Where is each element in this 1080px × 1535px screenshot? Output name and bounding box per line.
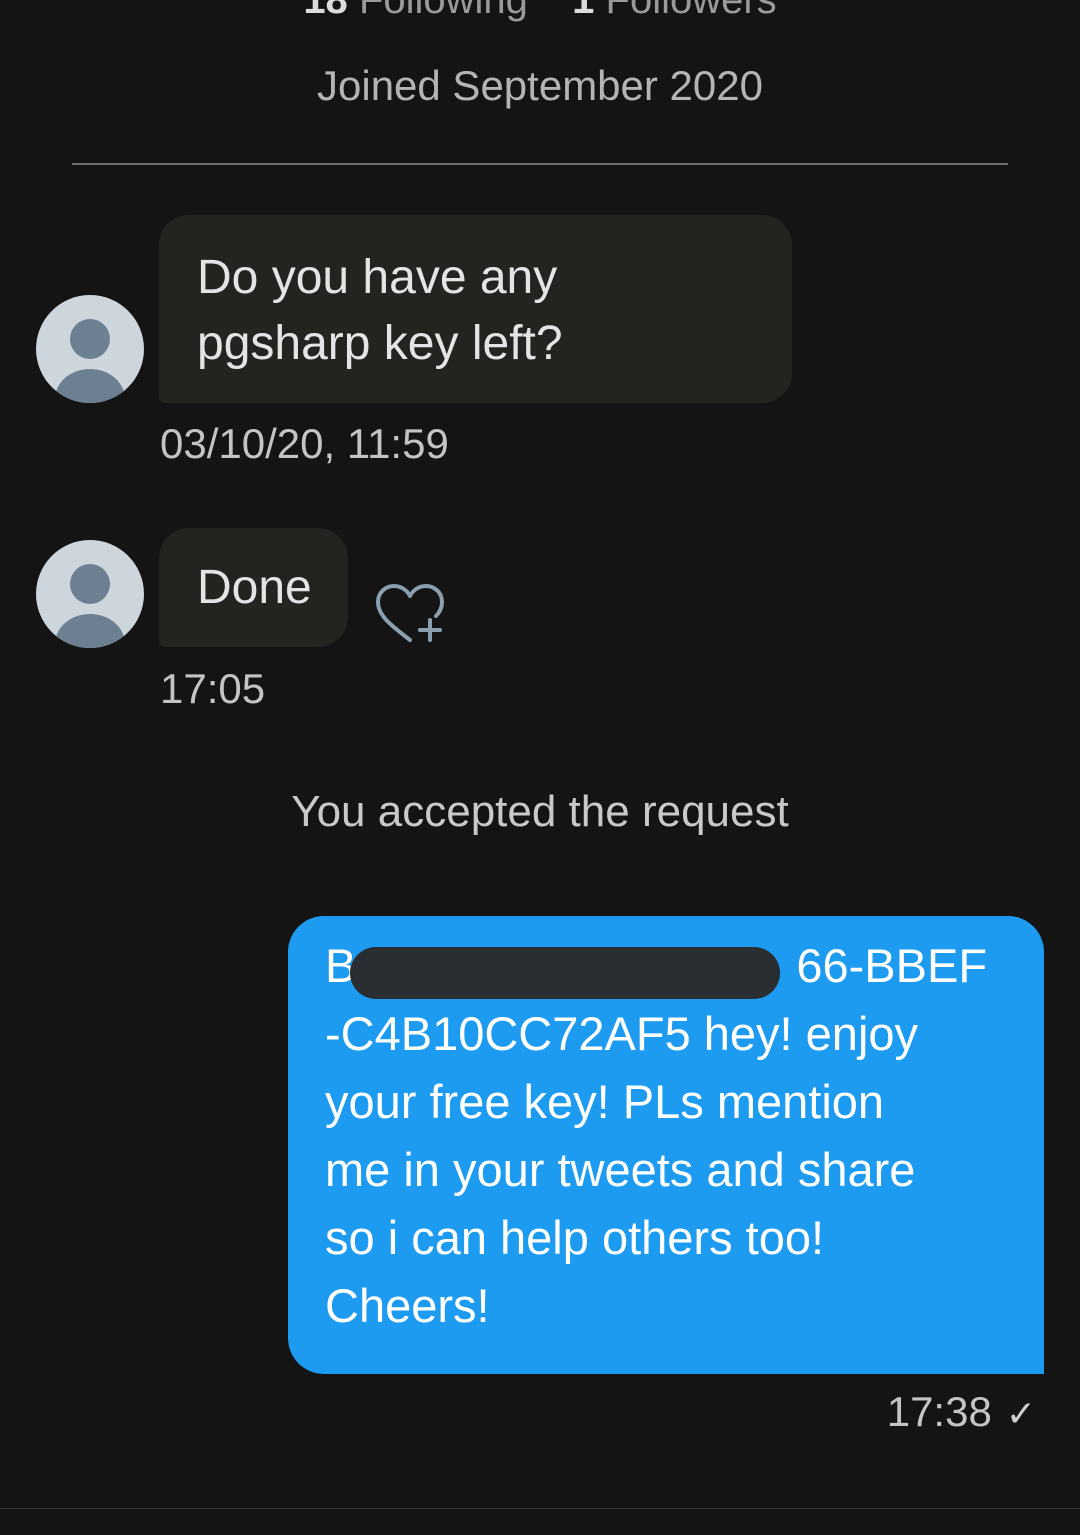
message-timestamp: 17:38	[886, 1388, 992, 1435]
message-bubble-incoming[interactable]: Done	[159, 528, 348, 647]
message-bubble-incoming[interactable]: Do you have any pgsharp key left?	[159, 215, 792, 403]
message-timestamp: 17:05	[160, 665, 266, 712]
message-text-line: me in your tweets and share	[325, 1143, 916, 1196]
message-text-line: so i can help others too!	[325, 1211, 825, 1264]
divider	[72, 163, 1008, 165]
message-text: Done	[197, 561, 312, 614]
sent-check-icon: ✓	[1005, 1393, 1036, 1434]
message-text-line: pgsharp key left?	[197, 317, 563, 370]
following-label[interactable]: Following	[359, 0, 528, 22]
following-count[interactable]: 18	[303, 0, 348, 22]
message-text-fragment: 66-BBEF	[796, 939, 988, 992]
followers-count[interactable]: 1	[572, 0, 594, 22]
message-status: 17:38 ✓	[887, 1388, 1036, 1436]
avatar[interactable]	[36, 540, 144, 648]
composer-divider	[0, 1508, 1080, 1509]
joined-date: Joined September 2020	[317, 62, 763, 109]
heart-plus-icon[interactable]	[370, 578, 450, 650]
followers-label[interactable]: Followers	[606, 0, 777, 22]
profile-stats: 18 Following 1 Followers	[0, 0, 1080, 23]
message-text-line: Cheers!	[325, 1279, 490, 1332]
system-message: You accepted the request	[291, 787, 789, 836]
message-text-line: your free key! PLs mention	[325, 1075, 885, 1128]
message-text-line: Do you have any	[197, 251, 558, 304]
message-timestamp: 03/10/20, 11:59	[160, 420, 449, 467]
redaction-mark	[350, 947, 780, 999]
message-text-line: -C4B10CC72AF5 hey! enjoy	[325, 1007, 919, 1060]
avatar[interactable]	[36, 295, 144, 403]
